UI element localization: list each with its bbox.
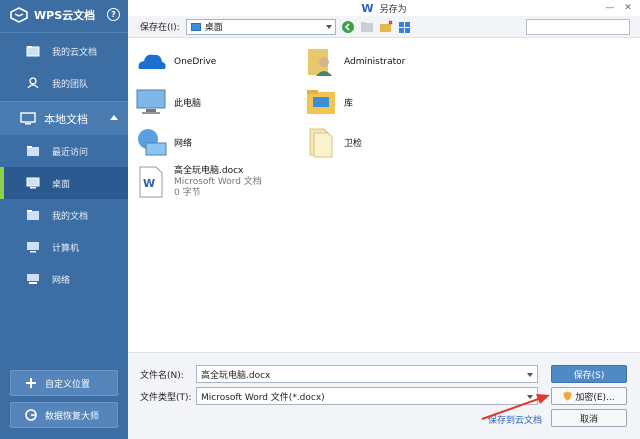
team-icon bbox=[27, 77, 39, 89]
collapse-caret-icon[interactable] bbox=[110, 115, 118, 120]
filetype-label: 文件类型(T): bbox=[140, 392, 192, 403]
file-item[interactable]: OneDrive bbox=[134, 45, 216, 79]
filename-row: 文件名(N): 高全玩电脑.docx bbox=[140, 365, 538, 383]
shield-icon bbox=[563, 391, 572, 401]
onedrive-cloud-icon bbox=[138, 54, 166, 69]
file-item[interactable]: 卫检 bbox=[304, 125, 362, 159]
sidebar-item-computer[interactable]: 计算机 bbox=[0, 231, 128, 263]
recovery-g-icon bbox=[25, 409, 37, 421]
file-item[interactable]: 库 bbox=[304, 85, 353, 119]
sidebar-item-label: 网络 bbox=[52, 275, 71, 286]
file-meta: 高全玩电脑.docx Microsoft Word 文档 0 字节 bbox=[174, 166, 262, 199]
minimize-icon[interactable]: — bbox=[602, 2, 618, 14]
annotation-arrow-icon bbox=[481, 394, 550, 420]
save-button[interactable]: 保存(S) bbox=[551, 365, 627, 383]
monitor-icon bbox=[20, 112, 36, 125]
save-as-dialog: W 另存为 — ✕ 保存在(I): 桌面 OneDrive Administra… bbox=[128, 0, 640, 439]
sidebar-item-recent[interactable]: 最近访问 bbox=[0, 135, 128, 167]
search-input[interactable] bbox=[526, 19, 630, 35]
cancel-button[interactable]: 取消 bbox=[551, 409, 627, 427]
sidebar-section-label: 本地文档 bbox=[44, 112, 88, 126]
svg-text:W: W bbox=[143, 177, 155, 190]
filename-label: 文件名(N): bbox=[140, 370, 184, 381]
save-in-select[interactable]: 桌面 bbox=[185, 18, 336, 35]
data-recovery-label: 数据恢复大师 bbox=[45, 411, 100, 422]
save-in-label: 保存在(I): bbox=[140, 23, 180, 33]
location-bar: 保存在(I): 桌面 bbox=[128, 16, 640, 38]
dialog-titlebar: W 另存为 — ✕ bbox=[128, 0, 640, 16]
encrypt-button-label: 加密(E)... bbox=[575, 392, 615, 403]
file-type: Microsoft Word 文档 bbox=[174, 176, 262, 187]
save-options-panel: 文件名(N): 高全玩电脑.docx 文件类型(T): Microsoft Wo… bbox=[128, 352, 640, 439]
data-recovery-button[interactable]: 数据恢复大师 bbox=[10, 402, 118, 428]
view-menu-icon[interactable] bbox=[398, 20, 412, 34]
file-name: 此电脑 bbox=[174, 98, 202, 109]
help-icon[interactable]: ? bbox=[107, 8, 120, 21]
add-location-label: 自定义位置 bbox=[45, 379, 91, 390]
filetype-row: 文件类型(T): Microsoft Word 文件(*.docx) bbox=[140, 387, 538, 405]
back-icon[interactable] bbox=[341, 20, 355, 34]
file-item[interactable]: W 高全玩电脑.docx Microsoft Word 文档 0 字节 bbox=[134, 165, 262, 199]
sidebar-item-label: 我的文档 bbox=[52, 211, 89, 222]
add-location-button[interactable]: 自定义位置 bbox=[10, 370, 118, 396]
sidebar-item-network[interactable]: 网络 bbox=[0, 263, 128, 295]
file-item[interactable]: 此电脑 bbox=[134, 85, 201, 119]
sidebar-item-label: 桌面 bbox=[52, 179, 71, 190]
desktop-small-icon bbox=[190, 22, 201, 31]
sidebar: WPS云文档 ? 我的云文档 我的团队 本地文档 最近访问 桌面 我的文档 计算… bbox=[0, 0, 128, 439]
filetype-value: Microsoft Word 文件(*.docx) bbox=[201, 392, 325, 403]
recent-folder-icon bbox=[27, 146, 39, 156]
sidebar-section-local[interactable]: 本地文档 bbox=[0, 101, 128, 135]
sidebar-header: WPS云文档 ? bbox=[0, 0, 128, 30]
sidebar-item-my-documents[interactable]: 我的文档 bbox=[0, 199, 128, 231]
file-name: 库 bbox=[344, 98, 354, 109]
documents-folder-icon bbox=[27, 210, 39, 220]
wps-cloud-logo-icon bbox=[10, 7, 28, 23]
cloud-folder-icon bbox=[26, 46, 40, 57]
sidebar-item-label: 计算机 bbox=[52, 243, 80, 254]
wps-writer-icon: W bbox=[361, 1, 374, 15]
sidebar-item-my-cloud[interactable]: 我的云文档 bbox=[0, 35, 128, 67]
close-icon[interactable]: ✕ bbox=[620, 2, 636, 14]
file-item[interactable]: 网络 bbox=[134, 125, 192, 159]
network-icon bbox=[27, 274, 39, 284]
word-doc-icon: W bbox=[139, 166, 163, 198]
file-name: 网络 bbox=[174, 138, 193, 149]
window-controls: — ✕ bbox=[600, 2, 636, 14]
chevron-down-icon bbox=[527, 373, 533, 377]
file-size: 0 字节 bbox=[174, 187, 201, 198]
filename-input[interactable]: 高全玩电脑.docx bbox=[196, 365, 538, 383]
file-name: 卫检 bbox=[344, 138, 363, 149]
user-folder-icon bbox=[308, 49, 332, 76]
pc-icon bbox=[136, 89, 166, 114]
save-button-label: 保存(S) bbox=[573, 370, 605, 381]
up-folder-icon[interactable] bbox=[360, 20, 374, 34]
sidebar-item-label: 我的云文档 bbox=[52, 47, 98, 58]
sidebar-item-desktop[interactable]: 桌面 bbox=[0, 167, 128, 199]
sidebar-item-label: 最近访问 bbox=[52, 147, 89, 158]
file-name: 高全玩电脑.docx bbox=[174, 165, 244, 176]
encrypt-button[interactable]: 加密(E)... bbox=[551, 387, 627, 405]
brand-title: WPS云文档 bbox=[34, 9, 96, 22]
file-list: OneDrive Administrator 此电脑 库 网络 卫检 W 高全玩… bbox=[128, 40, 640, 340]
desktop-icon bbox=[26, 177, 40, 189]
file-name: OneDrive bbox=[174, 57, 217, 67]
chevron-down-icon bbox=[325, 24, 332, 29]
filename-value: 高全玩电脑.docx bbox=[201, 370, 271, 381]
network-globe-icon bbox=[138, 129, 167, 156]
sidebar-item-label: 我的团队 bbox=[52, 79, 89, 90]
cancel-button-label: 取消 bbox=[579, 414, 598, 425]
dialog-title: 另存为 bbox=[379, 4, 407, 15]
file-item[interactable]: Administrator bbox=[304, 45, 405, 79]
save-in-value: 桌面 bbox=[204, 23, 223, 33]
plus-icon bbox=[26, 378, 36, 388]
computer-icon bbox=[27, 242, 39, 253]
sidebar-item-my-team[interactable]: 我的团队 bbox=[0, 67, 128, 99]
new-folder-icon[interactable] bbox=[379, 20, 393, 34]
library-folder-icon bbox=[307, 90, 335, 114]
folder-icon bbox=[309, 128, 333, 158]
file-name: Administrator bbox=[344, 57, 406, 67]
divider bbox=[0, 32, 128, 33]
